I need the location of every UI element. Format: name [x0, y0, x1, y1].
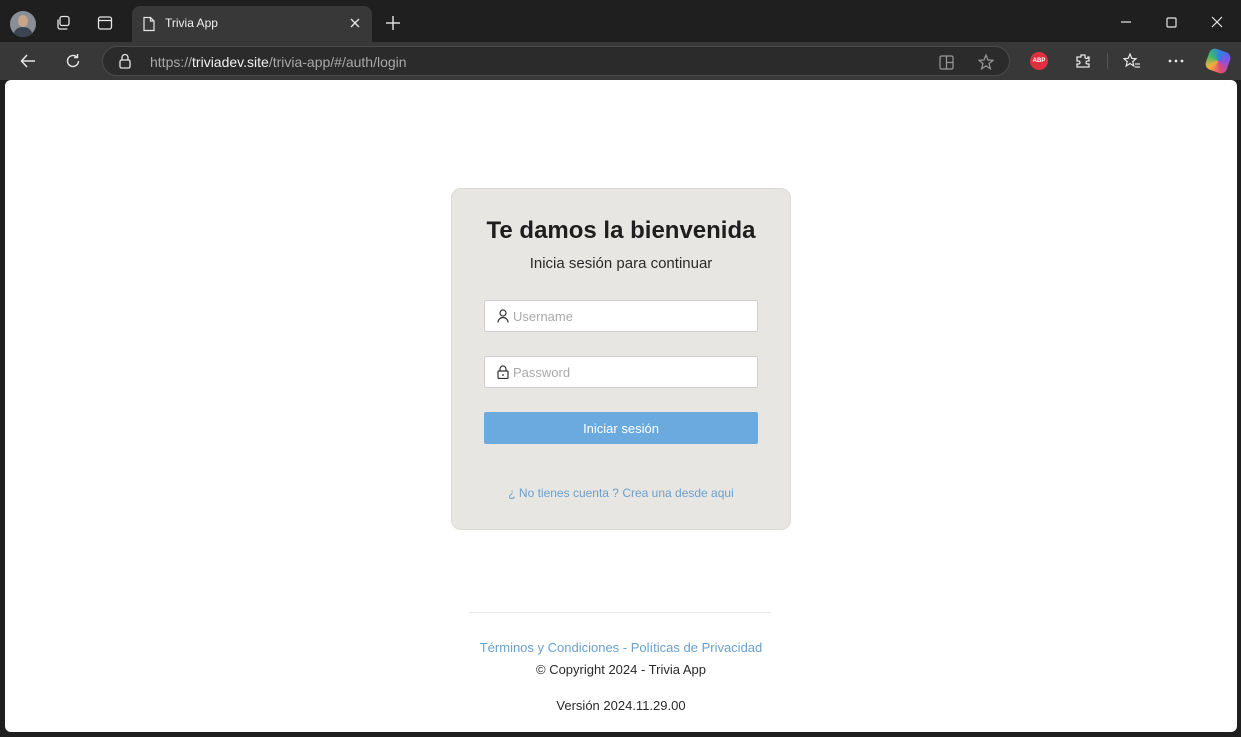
login-card: Te damos la bienvenida Inicia sesión par…	[451, 188, 791, 530]
minimize-icon[interactable]	[1118, 14, 1134, 30]
lock-icon	[497, 365, 509, 384]
password-field[interactable]	[484, 356, 758, 388]
footer-divider	[469, 612, 771, 613]
back-icon[interactable]	[19, 52, 37, 70]
favorites-icon[interactable]	[1123, 52, 1141, 70]
login-subtitle: Inicia sesión para continuar	[529, 255, 713, 272]
login-button[interactable]: Iniciar sesión	[484, 412, 758, 444]
favorite-star-icon[interactable]	[977, 53, 995, 71]
username-input[interactable]	[513, 301, 753, 331]
window-close-icon[interactable]	[1209, 14, 1225, 30]
copyright-text: © Copyright 2024 - Trivia App	[536, 662, 706, 677]
signup-link[interactable]: ¿ No tienes cuenta ? Crea una desde aqui	[452, 486, 790, 500]
new-tab-icon[interactable]	[384, 14, 402, 32]
password-input[interactable]	[513, 357, 753, 387]
version-text: Versión 2024.11.29.00	[556, 698, 686, 713]
terms-link[interactable]: Términos y Condiciones	[480, 640, 619, 655]
more-icon[interactable]	[1167, 52, 1185, 70]
username-field[interactable]	[484, 300, 758, 332]
maximize-icon[interactable]	[1163, 14, 1179, 30]
address-bar[interactable]: https://triviadev.site/trivia-app/#/auth…	[102, 46, 1010, 76]
browser-toolbar: https://triviadev.site/trivia-app/#/auth…	[0, 42, 1241, 80]
privacy-link[interactable]: Políticas de Privacidad	[631, 640, 763, 655]
toolbar-divider	[1107, 53, 1108, 69]
refresh-icon[interactable]	[64, 52, 82, 70]
profile-avatar[interactable]	[10, 11, 36, 37]
browser-tab-active[interactable]: Trivia App	[132, 6, 372, 42]
lock-icon[interactable]	[119, 53, 131, 74]
footer-links: Términos y Condiciones - Políticas de Pr…	[5, 640, 1237, 655]
document-icon	[142, 16, 156, 37]
login-title: Te damos la bienvenida	[486, 217, 756, 244]
page-viewport: Te damos la bienvenida Inicia sesión par…	[5, 80, 1237, 732]
tab-title: Trivia App	[165, 16, 218, 30]
user-icon	[497, 309, 509, 328]
workspaces-icon[interactable]	[54, 14, 72, 32]
url-text[interactable]: https://triviadev.site/trivia-app/#/auth…	[150, 54, 407, 70]
browser-tab-bar: Trivia App	[0, 0, 1241, 42]
adblock-extension-icon[interactable]: ABP	[1030, 52, 1048, 70]
split-screen-icon[interactable]	[937, 53, 955, 71]
extensions-icon[interactable]	[1074, 52, 1092, 70]
close-icon[interactable]	[346, 14, 364, 32]
tab-actions-icon[interactable]	[96, 14, 114, 32]
footer-links-separator: -	[619, 640, 631, 655]
